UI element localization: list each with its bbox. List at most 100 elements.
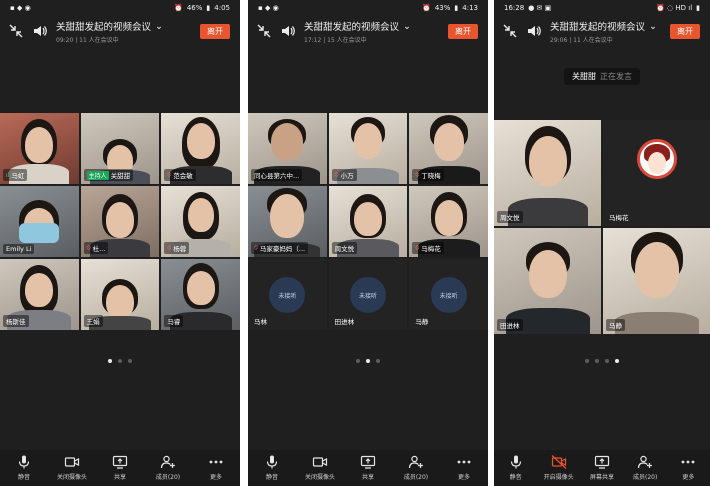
members-button[interactable]: 成员(20) xyxy=(148,454,188,481)
page-dot[interactable] xyxy=(128,359,132,363)
meeting-toolbar: 静音 关闭摄像头 共享 成员(20) 更多 xyxy=(0,450,240,486)
alarm-icon: ⏰ xyxy=(174,4,183,12)
video-tile[interactable]: 马梅花 xyxy=(603,120,710,226)
battery-icon: ▮ xyxy=(454,4,459,12)
battery-icon: ▮ xyxy=(696,4,700,12)
notification-icons: ● ✉ ▣ xyxy=(528,4,552,12)
page-dot[interactable] xyxy=(366,359,370,363)
members-button[interactable]: 成员(20) xyxy=(625,454,665,481)
video-tile[interactable]: ⦸ 杜... xyxy=(80,186,160,257)
mic-muted-icon: ⦸ xyxy=(167,244,172,251)
members-icon xyxy=(160,454,176,470)
more-button[interactable]: 更多 xyxy=(444,454,484,481)
video-tile[interactable]: Emily Li xyxy=(0,186,79,257)
leave-button[interactable]: 离开 xyxy=(670,24,700,39)
share-button[interactable]: 共享 xyxy=(348,454,388,481)
mic-muted-icon: ⦸ xyxy=(254,244,258,251)
meeting-title-block[interactable]: 关甜甜发起的视频会议 ⌄ 17:12 | 15 人在会议中 xyxy=(304,19,411,45)
share-screen-icon xyxy=(594,454,610,470)
video-tile[interactable]: ⦸ 小万 xyxy=(328,113,408,184)
page-dot[interactable] xyxy=(615,359,619,363)
video-tile[interactable]: 王娟 xyxy=(80,259,160,330)
leave-button[interactable]: 离开 xyxy=(200,24,230,39)
clock: 4:05 xyxy=(214,4,230,12)
video-grid: 同心县第六中... ⦸ 小万 ⦸ 丁晓梅 ⦸ 马家豪妈妈（... 周文悦 ⦸ 马… xyxy=(248,113,488,330)
members-button[interactable]: 成员(20) xyxy=(396,454,436,481)
speaker-icon[interactable] xyxy=(32,23,48,39)
meeting-header: 关甜甜发起的视频会议 ⌄ 17:12 | 15 人在会议中 离开 xyxy=(248,16,488,48)
status-bar: ▪ ◆ ◉ ⏰ 43% ▮ 4:13 xyxy=(248,0,488,16)
video-tile[interactable]: ⦸ 马家豪妈妈（... xyxy=(248,186,327,257)
shrink-window-icon[interactable] xyxy=(8,23,24,39)
battery-text: 46% xyxy=(186,4,203,12)
video-tile[interactable]: 马睿 xyxy=(161,259,240,330)
video-tile[interactable]: ⦸ 马梅花 xyxy=(409,186,488,257)
video-tile[interactable]: 杨斯佳 xyxy=(0,259,79,330)
mute-button[interactable]: 静音 xyxy=(496,454,536,481)
video-tile[interactable]: 田进林 xyxy=(494,228,601,334)
participant-name-tag: 王娟 xyxy=(83,315,103,327)
page-dot[interactable] xyxy=(376,359,380,363)
video-tile[interactable]: ⦸ 范会敏 xyxy=(161,113,240,184)
video-tile[interactable]: 周文悦 xyxy=(494,120,601,226)
meeting-toolbar: 静音 开启摄像头 屏幕共享 成员(20) 更多 xyxy=(494,450,710,486)
camera-icon xyxy=(312,454,328,470)
meeting-header: 关甜甜发起的视频会议 ⌄ 29:06 | 11 人在会议中 离开 xyxy=(494,16,710,48)
meeting-title-block[interactable]: 关甜甜发起的视频会议 ⌄ 09:20 | 11 人在会议中 xyxy=(56,19,163,45)
video-tile[interactable]: 未接听 田进林 xyxy=(328,259,408,330)
shrink-window-icon[interactable] xyxy=(256,23,272,39)
page-dot[interactable] xyxy=(356,359,360,363)
camera-toggle-button[interactable]: 关闭摄像头 xyxy=(52,454,92,481)
meeting-subtitle: 09:20 | 11 人在会议中 xyxy=(56,37,119,44)
more-icon xyxy=(456,454,472,470)
page-dot[interactable] xyxy=(595,359,599,363)
not-answered-avatar: 未接听 xyxy=(349,277,386,314)
more-button[interactable]: 更多 xyxy=(196,454,236,481)
page-dot[interactable] xyxy=(605,359,609,363)
video-tile[interactable]: 未接听 马静 xyxy=(409,259,488,330)
status-bar: ▪ ◆ ◉ ⏰ 46% ▮ 4:05 xyxy=(0,0,240,16)
participant-name-tag: ⦸ 马家豪妈妈（... xyxy=(251,242,309,254)
leave-button[interactable]: 离开 xyxy=(448,24,478,39)
video-tile[interactable]: 未接听 马林 xyxy=(248,259,327,330)
shrink-window-icon[interactable] xyxy=(502,23,518,39)
video-tile[interactable]: ⦸ 丁晓梅 xyxy=(409,113,488,184)
more-icon xyxy=(680,454,696,470)
share-button[interactable]: 共享 xyxy=(100,454,140,481)
mute-button[interactable]: 静音 xyxy=(4,454,44,481)
mic-muted-icon: ⦸ xyxy=(415,244,420,251)
speaker-icon[interactable] xyxy=(280,23,296,39)
video-tile[interactable]: ıl 马虹 xyxy=(0,113,79,184)
participant-name-tag: ⦸ 杜... xyxy=(83,242,109,254)
camera-toggle-button[interactable]: 关闭摄像头 xyxy=(300,454,340,481)
participant-name-tag: 杨斯佳 xyxy=(3,315,29,327)
video-tile[interactable]: 主持人 关甜甜 xyxy=(80,113,160,184)
alarm-icon: ⏰ xyxy=(422,4,431,12)
video-tile[interactable]: 马静 xyxy=(603,228,710,334)
not-answered-avatar: 未接听 xyxy=(430,277,467,314)
video-tile[interactable]: 同心县第六中... xyxy=(248,113,327,184)
page-dot[interactable] xyxy=(108,359,112,363)
speaker-icon[interactable] xyxy=(526,23,542,39)
video-tile[interactable]: 周文悦 xyxy=(328,186,408,257)
microphone-icon xyxy=(16,454,32,470)
page-indicator xyxy=(0,359,240,363)
meeting-title-block[interactable]: 关甜甜发起的视频会议 ⌄ 29:06 | 11 人在会议中 xyxy=(550,19,657,45)
cartoon-avatar xyxy=(636,139,677,180)
chevron-down-icon: ⌄ xyxy=(403,20,411,32)
video-tile[interactable]: ⦸ 杨蓉 xyxy=(161,186,240,257)
page-dot[interactable] xyxy=(118,359,122,363)
more-button[interactable]: 更多 xyxy=(668,454,708,481)
mute-button[interactable]: 静音 xyxy=(252,454,292,481)
participant-name-tag: 田进林 xyxy=(497,319,523,331)
screen-share-button[interactable]: 屏幕共享 xyxy=(582,454,622,481)
participant-name-tag: 同心县第六中... xyxy=(251,169,303,181)
mic-muted-icon: ⦸ xyxy=(86,244,91,251)
clock: 4:13 xyxy=(462,4,478,12)
camera-toggle-button[interactable]: 开启摄像头 xyxy=(539,454,579,481)
signal-icons: ⏰ ◌ HD ıl xyxy=(656,4,693,12)
share-screen-icon xyxy=(112,454,128,470)
page-dot[interactable] xyxy=(585,359,589,363)
meeting-toolbar: 静音 关闭摄像头 共享 成员(20) 更多 xyxy=(248,450,488,486)
participant-name-tag: 马静 xyxy=(606,319,625,331)
